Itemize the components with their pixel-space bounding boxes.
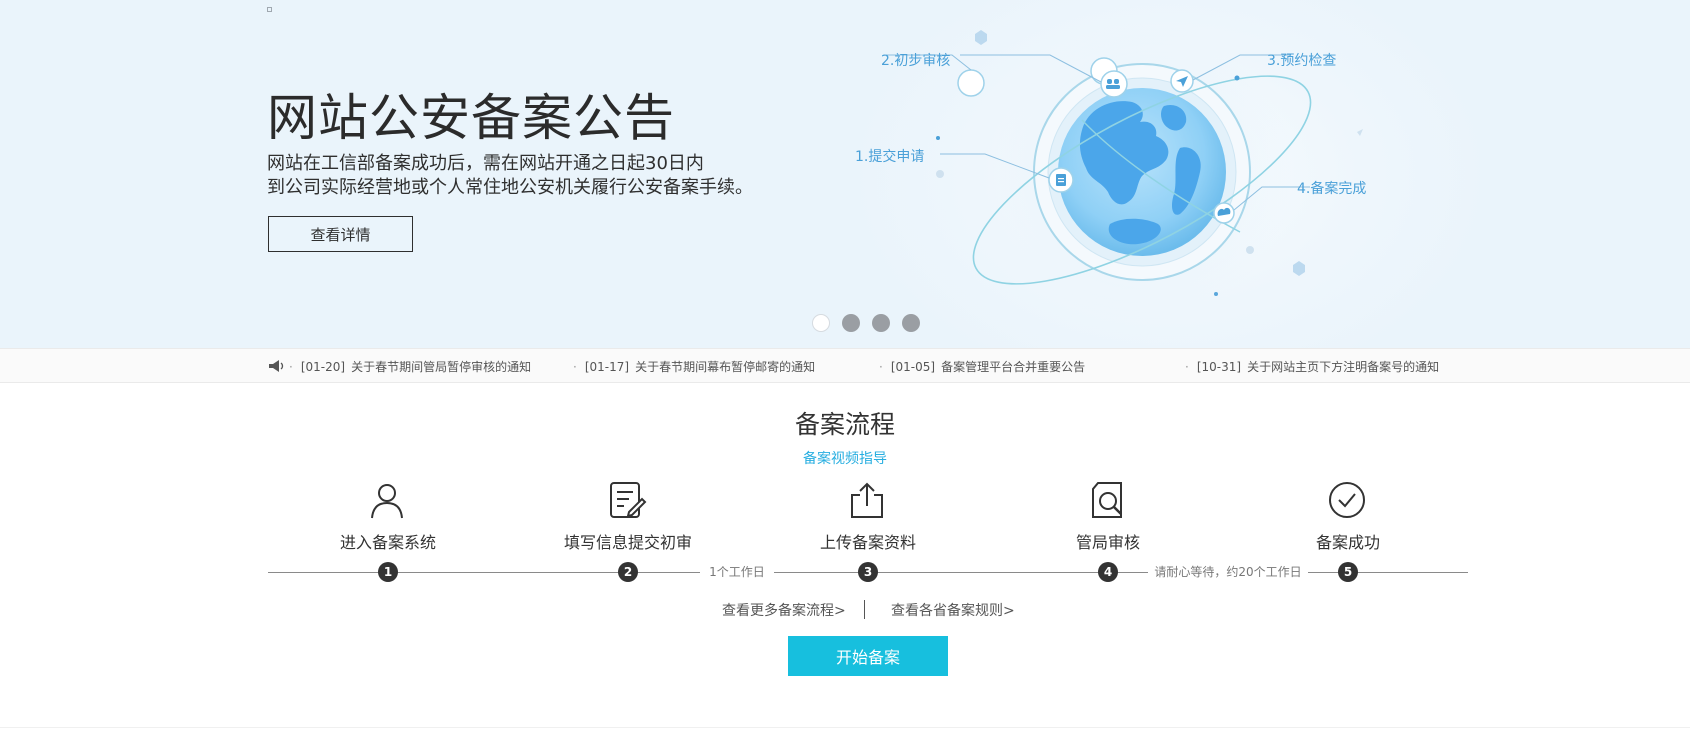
step-label: 管局审核	[1075, 533, 1140, 552]
carousel-dot-1[interactable]	[812, 314, 830, 332]
announcement-text: 关于春节期间幕布暂停邮寄的通知	[635, 360, 816, 374]
illustration-step-3: 3.预约检查	[1267, 53, 1337, 69]
banner-description-line-2: 到公司实际经营地或个人常住地公安机关履行公安备案手续。	[267, 177, 753, 198]
user-icon	[371, 484, 403, 519]
process-section-title: 备案流程	[794, 410, 895, 439]
megaphone-icon	[269, 360, 284, 372]
announcement-item[interactable]: · [01-05] 备案管理平台合并重要公告	[879, 358, 1085, 375]
announcement-item[interactable]: · [01-17] 关于春节期间幕布暂停邮寄的通知	[573, 358, 815, 375]
announcement-date: [10-31]	[1196, 360, 1242, 374]
announcement-date: [01-17]	[584, 360, 630, 374]
step-label: 备案成功	[1315, 533, 1380, 552]
edit-form-icon	[610, 482, 647, 518]
announcement-item[interactable]: · [01-20] 关于春节期间管局暂停审核的通知	[289, 358, 531, 375]
check-circle-icon	[1329, 482, 1365, 518]
step-number: 4	[1098, 562, 1118, 582]
illustration-step-4: 4.备案完成	[1297, 181, 1367, 197]
hero-banner: 网站公安备案公告 网站在工信部备案成功后，需在网站开通之日起30日内 到公司实际…	[0, 0, 1690, 348]
carousel-dot-4[interactable]	[902, 314, 920, 332]
announcement-text: 备案管理平台合并重要公告	[941, 360, 1086, 374]
announcement-item[interactable]: · [10-31] 关于网站主页下方注明备案号的通知	[1185, 358, 1439, 375]
banner-title: 网站公安备案公告	[267, 89, 675, 147]
start-filing-button[interactable]: 开始备案	[788, 636, 948, 676]
duration-label: 1个工作日	[700, 562, 774, 582]
announcement-text: 关于网站主页下方注明备案号的通知	[1247, 360, 1440, 374]
announcement-date: [01-05]	[890, 360, 936, 374]
announcement-date: [01-20]	[300, 360, 346, 374]
banner-description-line-1: 网站在工信部备案成功后，需在网站开通之日起30日内	[267, 153, 704, 174]
search-document-icon	[1092, 482, 1122, 518]
step-label: 填写信息提交初审	[563, 533, 692, 552]
more-process-link[interactable]: 查看更多备案流程>	[722, 600, 846, 620]
view-details-button[interactable]: 查看详情	[268, 216, 413, 252]
announcement-bar: · [01-20] 关于春节期间管局暂停审核的通知 · [01-17] 关于春节期间幕布…	[0, 348, 1690, 383]
video-guide-link[interactable]: 备案视频指导	[0, 448, 1690, 468]
step-number: 5	[1338, 562, 1358, 582]
province-rules-link[interactable]: 查看各省备案规则>	[891, 600, 1015, 620]
page-bottom-divider	[0, 727, 1690, 728]
step-label: 上传备案资料	[819, 533, 916, 552]
links-divider	[864, 600, 865, 619]
illustration-step-2: 2.初步审核	[881, 53, 951, 69]
step-number: 2	[618, 562, 638, 582]
carousel-dot-2[interactable]	[842, 314, 860, 332]
illustration-step-1: 1.提交申请	[855, 149, 925, 165]
step-number: 1	[378, 562, 398, 582]
announcement-text: 关于春节期间管局暂停审核的通知	[351, 360, 532, 374]
carousel-dots	[812, 314, 920, 332]
step-number: 3	[858, 562, 878, 582]
duration-label: 请耐心等待，约20个工作日	[1148, 562, 1308, 582]
banner-corner-mark	[267, 7, 272, 12]
carousel-dot-3[interactable]	[872, 314, 890, 332]
upload-icon	[851, 482, 883, 518]
step-label: 进入备案系统	[339, 533, 436, 552]
